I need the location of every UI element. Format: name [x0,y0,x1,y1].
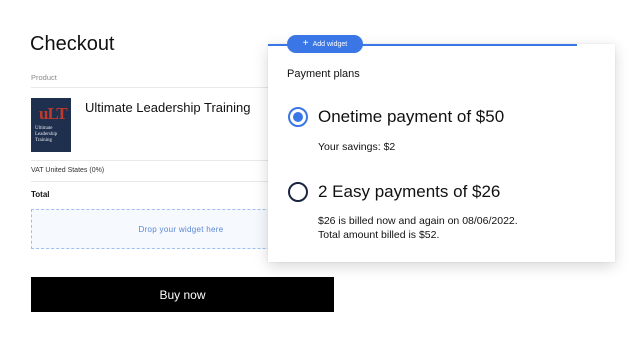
total-label: Total [31,190,50,199]
payment-plans-widget[interactable]: Payment plans Onetime payment of $50 You… [268,44,615,262]
vat-label: VAT United States (0%) [31,167,105,174]
product-column-label: Product [31,73,57,82]
plus-icon: + [302,37,309,49]
installment-payment-title[interactable]: 2 Easy payments of $26 [318,182,500,202]
add-widget-label: Add widget [312,40,348,48]
book-cover-title: Ultimate Leadership Training [35,126,58,143]
widget-title: Payment plans [287,68,360,80]
book-cover-logo: uLT [39,104,68,123]
installment-payment-radio[interactable] [288,182,308,202]
installment-total-detail: Total amount billed is $52. [318,229,440,241]
checkout-page: Checkout Product uLT Ultimate Leadership… [0,0,640,338]
add-widget-button[interactable]: + Add widget [287,35,363,53]
product-thumbnail: uLT Ultimate Leadership Training [31,98,71,152]
buy-now-button[interactable]: Buy now [31,277,334,312]
onetime-payment-radio[interactable] [288,107,308,127]
onetime-payment-title[interactable]: Onetime payment of $50 [318,107,504,127]
onetime-payment-savings: Your savings: $2 [318,141,396,153]
installment-billing-detail: $26 is billed now and again on 08/06/202… [318,215,518,227]
page-title: Checkout [30,33,115,55]
product-name: Ultimate Leadership Training [85,100,251,115]
drop-zone-label: Drop your widget here [138,224,224,234]
